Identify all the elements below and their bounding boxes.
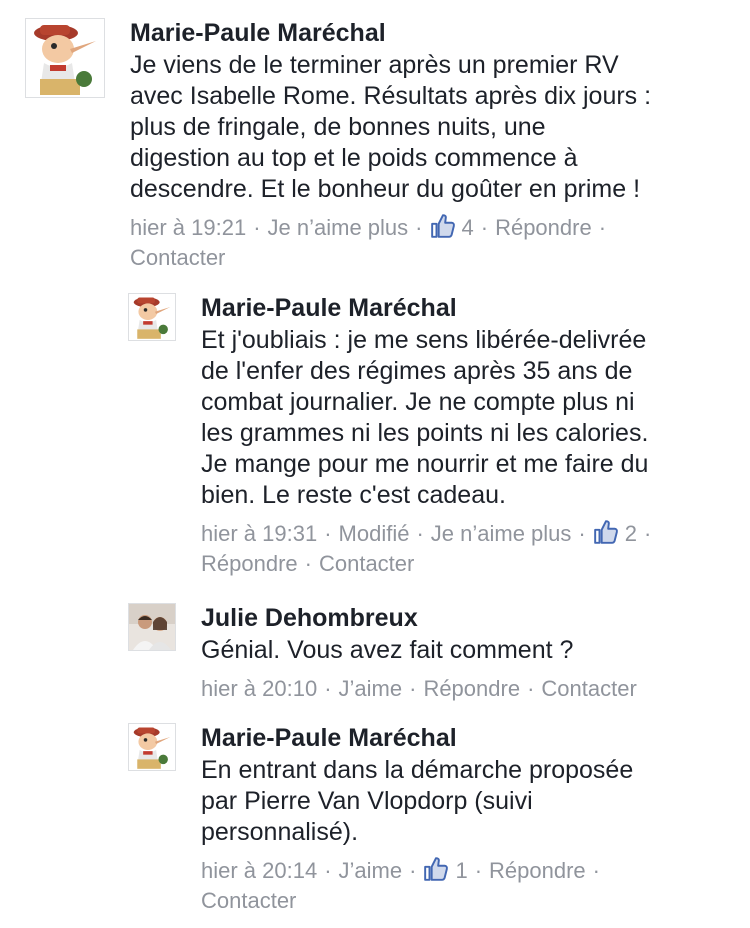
reply-link[interactable]: Répondre <box>201 551 298 576</box>
separator-dot: · <box>304 551 312 576</box>
reply-link[interactable]: Répondre <box>489 858 586 883</box>
contact-link[interactable]: Contacter <box>319 551 414 576</box>
comment-text-line: digestion au top et le poids commence à <box>130 144 578 172</box>
comment-author[interactable]: Marie-Paule Maréchal <box>201 723 732 753</box>
reply-comment: Marie-Paule Maréchal En entrant dans la … <box>0 723 750 923</box>
reply-comment: Julie Dehombreux Génial. Vous avez fait … <box>0 603 750 713</box>
reply-comment: Marie-Paule Maréchal Et j'oubliais : je … <box>0 293 750 583</box>
comment-timestamp[interactable]: hier à 20:10 <box>201 676 317 701</box>
contact-link[interactable]: Contacter <box>130 245 225 270</box>
separator-dot: · <box>253 215 261 240</box>
comment-meta: hier à 20:10 · J’aime · Répondre · Contacter <box>201 674 732 704</box>
thumbs-up-icon[interactable] <box>423 856 449 882</box>
avatar[interactable] <box>128 603 176 651</box>
comment-text: Je viens de le terminer après un premier… <box>130 50 732 205</box>
separator-dot: · <box>324 676 332 701</box>
comment-text-line: bien. Le reste c'est cadeau. <box>201 481 506 509</box>
comment: Marie-Paule Maréchal Je viens de le term… <box>0 18 750 278</box>
avatar[interactable] <box>25 18 105 98</box>
contact-link[interactable]: Contacter <box>541 676 636 701</box>
comment-text-line: Je mange pour me nourrir et me faire du <box>201 450 649 478</box>
comment-body: Marie-Paule Maréchal En entrant dans la … <box>201 723 732 916</box>
pinocchio-avatar-icon <box>129 724 175 770</box>
comment-text: En entrant dans la démarche proposée par… <box>201 755 732 848</box>
separator-dot: · <box>324 858 332 883</box>
separator-dot: · <box>474 858 483 883</box>
comment-text-line: les grammes ni les points ni les calorie… <box>201 419 649 447</box>
separator-dot: · <box>644 521 652 546</box>
like-link[interactable]: J’aime <box>339 858 403 883</box>
comment-text-line: combat journalier. Je ne compte plus ni <box>201 388 635 416</box>
separator-dot: · <box>578 521 586 546</box>
separator-dot: · <box>416 521 424 546</box>
comment-text-line: descendre. Et le bonheur du goûter en pr… <box>130 175 641 203</box>
unlike-link[interactable]: Je n’aime plus <box>431 521 572 546</box>
separator-dot: · <box>409 676 417 701</box>
avatar[interactable] <box>128 723 176 771</box>
separator-dot: · <box>527 676 535 701</box>
comment-author[interactable]: Marie-Paule Maréchal <box>201 293 732 323</box>
user-photo-avatar <box>129 604 175 650</box>
separator-dot: · <box>598 215 607 240</box>
like-count[interactable]: 1 <box>455 858 467 883</box>
contact-link[interactable]: Contacter <box>201 888 296 913</box>
comment-timestamp[interactable]: hier à 19:21 <box>130 215 246 240</box>
comment-text-line: plus de fringale, de bonnes nuits, une <box>130 113 546 141</box>
comment-text-line: par Pierre Van Vlopdorp (suivi <box>201 787 533 815</box>
comment-text-line: Génial. Vous avez fait comment ? <box>201 636 574 664</box>
avatar[interactable] <box>128 293 176 341</box>
like-count[interactable]: 4 <box>462 215 474 240</box>
comment-text: Et j'oubliais : je me sens libérée-deliv… <box>201 325 732 511</box>
comment-meta: hier à 19:31 · Modifié · Je n’aime plus · 2 · R… <box>201 519 732 579</box>
comment-body: Marie-Paule Maréchal Et j'oubliais : je … <box>201 293 732 579</box>
separator-dot: · <box>409 858 417 883</box>
comment-text-line: avec Isabelle Rome. Résultats après dix … <box>130 82 652 110</box>
comment-text-line: de l'enfer des régimes après 35 ans de <box>201 357 633 385</box>
comment-meta: hier à 19:21 · Je n’aime plus · 4 · Répondre · … <box>130 213 732 273</box>
pinocchio-avatar-icon <box>129 294 175 340</box>
separator-dot: · <box>592 858 600 883</box>
pinocchio-avatar-icon <box>26 19 104 97</box>
unlike-link[interactable]: Je n’aime plus <box>268 215 409 240</box>
comment-body: Julie Dehombreux Génial. Vous avez fait … <box>201 603 732 704</box>
thumbs-up-icon[interactable] <box>593 519 619 545</box>
separator-dot: · <box>480 215 489 240</box>
separator-dot: · <box>324 521 332 546</box>
like-count[interactable]: 2 <box>625 521 637 546</box>
comment-body: Marie-Paule Maréchal Je viens de le term… <box>130 18 732 273</box>
reply-link[interactable]: Répondre <box>423 676 520 701</box>
comment-timestamp[interactable]: hier à 20:14 <box>201 858 317 883</box>
comment-author[interactable]: Marie-Paule Maréchal <box>130 18 732 48</box>
comment-text-line: En entrant dans la démarche proposée <box>201 756 634 784</box>
comment-text-line: Et j'oubliais : je me sens libérée-deliv… <box>201 326 647 354</box>
separator-dot: · <box>415 215 423 240</box>
like-link[interactable]: J’aime <box>339 676 403 701</box>
comment-timestamp[interactable]: hier à 19:31 <box>201 521 317 546</box>
comment-meta: hier à 20:14 · J’aime · 1 · Répondre · Contacte… <box>201 856 732 916</box>
comment-text: Génial. Vous avez fait comment ? <box>201 635 732 666</box>
reply-link[interactable]: Répondre <box>495 215 592 240</box>
edited-label[interactable]: Modifié <box>339 521 410 546</box>
comment-author[interactable]: Julie Dehombreux <box>201 603 732 633</box>
comment-text-line: personnalisé). <box>201 818 359 846</box>
comment-text-line: Je viens de le terminer après un premier… <box>130 51 619 79</box>
thumbs-up-icon[interactable] <box>430 213 456 239</box>
